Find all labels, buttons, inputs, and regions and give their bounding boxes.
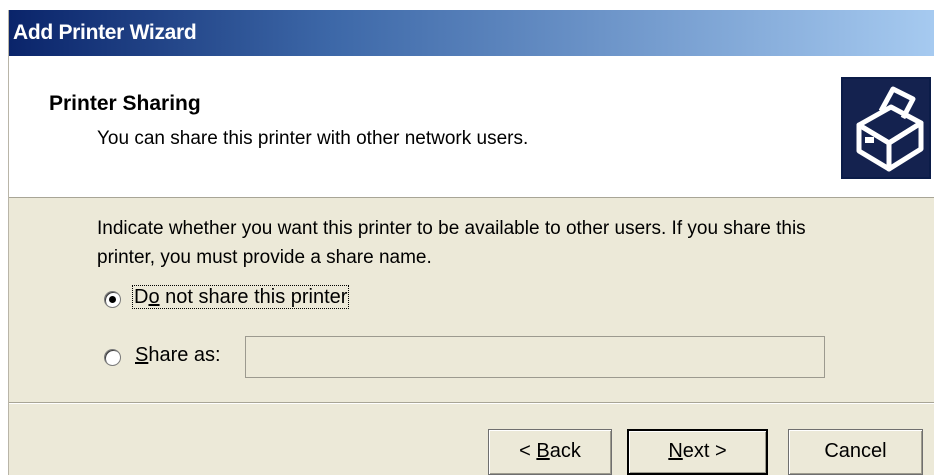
- window-title: Add Printer Wizard: [13, 21, 197, 44]
- instruction-text: Indicate whether you want this printer t…: [97, 218, 806, 268]
- wizard-header: Printer Sharing You can share this print…: [9, 56, 934, 198]
- radio-share-as[interactable]: [104, 349, 121, 366]
- wizard-window: Add Printer Wizard Printer Sharing You c…: [8, 10, 934, 475]
- title-bar[interactable]: Add Printer Wizard: [9, 10, 934, 56]
- back-button[interactable]: < Back: [488, 429, 612, 475]
- cancel-button[interactable]: Cancel: [788, 429, 923, 475]
- do-not-share-label[interactable]: Do not share this printer: [131, 285, 350, 309]
- next-button[interactable]: Next >: [627, 429, 768, 475]
- focus-rect: Do not share this printer: [131, 285, 350, 309]
- button-separator: [9, 402, 934, 404]
- share-name-input[interactable]: [245, 336, 825, 378]
- radio-do-not-share[interactable]: [104, 291, 121, 308]
- share-as-label[interactable]: Share as:: [135, 344, 221, 367]
- radio-selected-dot: [109, 296, 116, 303]
- page-subtitle: You can share this printer with other ne…: [97, 128, 529, 149]
- page-title: Printer Sharing: [49, 92, 201, 115]
- printer-icon: [841, 77, 931, 179]
